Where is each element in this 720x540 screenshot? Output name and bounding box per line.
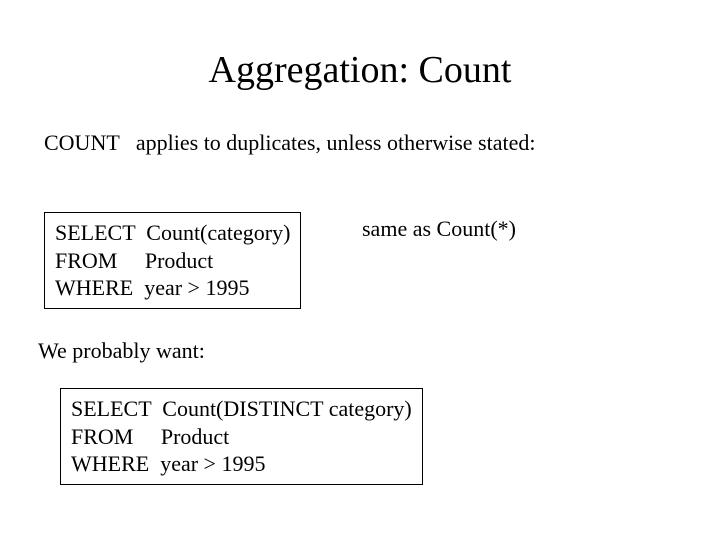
intro-text: COUNT applies to duplicates, unless othe… (0, 92, 720, 156)
annotation-text: same as Count(*) (362, 216, 516, 242)
subtext: We probably want: (38, 338, 205, 364)
query2-line3: WHERE year > 1995 (71, 450, 412, 478)
slide-title: Aggregation: Count (0, 0, 720, 92)
query2-line1: SELECT Count(DISTINCT category) (71, 395, 412, 423)
query-box-2: SELECT Count(DISTINCT category) FROM Pro… (60, 388, 423, 485)
query1-line1: SELECT Count(category) (55, 219, 290, 247)
query1-line2: FROM Product (55, 247, 290, 275)
query-box-1: SELECT Count(category) FROM Product WHER… (44, 212, 301, 309)
query2-line2: FROM Product (71, 423, 412, 451)
query1-line3: WHERE year > 1995 (55, 274, 290, 302)
